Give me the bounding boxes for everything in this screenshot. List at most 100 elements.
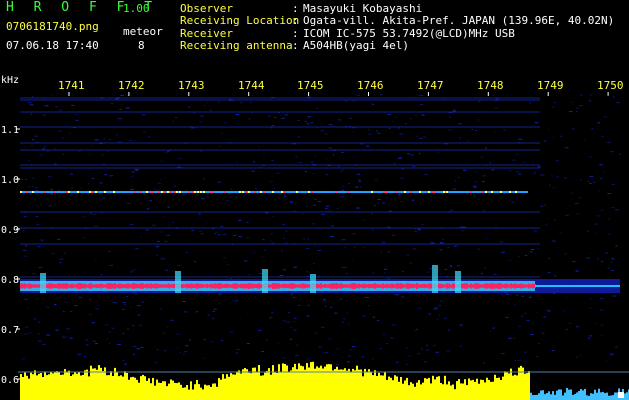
level-bar (362, 376, 364, 400)
carrier-core (406, 283, 408, 289)
carrier-core (116, 284, 118, 288)
noise-dot (599, 164, 603, 166)
signal-speck (104, 191, 106, 193)
noise-dot (195, 311, 199, 313)
level-bar (130, 377, 132, 400)
level-bar (496, 378, 498, 400)
noise-dot (590, 94, 592, 96)
noise-dot (283, 237, 285, 239)
noise-dot (612, 96, 615, 98)
noise-dot (160, 308, 162, 310)
noise-dot (285, 230, 288, 232)
noise-dot (326, 159, 328, 161)
level-bar (578, 391, 580, 400)
noise-dot (337, 165, 341, 167)
noise-dot (289, 201, 294, 203)
carrier-core (50, 283, 52, 289)
level-bar (204, 384, 206, 400)
signal-speck (68, 191, 70, 193)
noise-dot (167, 205, 170, 207)
noise-dot (111, 327, 115, 329)
level-bar (396, 376, 398, 400)
noise-dot (126, 328, 130, 330)
noise-dot (62, 336, 66, 338)
noise-dot (82, 237, 87, 239)
carrier-core (444, 284, 446, 288)
noise-dot (336, 348, 339, 350)
carrier-core (524, 284, 526, 288)
level-bar (264, 372, 266, 400)
carrier-core (388, 284, 390, 288)
signal-speck (197, 191, 199, 193)
noise-dot (501, 251, 505, 253)
noise-dot (196, 363, 198, 365)
noise-dot (604, 142, 607, 143)
noise-dot (446, 350, 450, 352)
noise-dot (293, 329, 297, 331)
level-bar (110, 371, 112, 400)
noise-dot (482, 362, 485, 364)
signal-speck (335, 191, 337, 193)
noise-dot (200, 115, 204, 117)
noise-dot (199, 230, 202, 232)
noise-dot (203, 178, 205, 180)
noise-dot (258, 170, 260, 172)
level-bar (426, 378, 428, 400)
carrier-core (112, 283, 114, 289)
level-bar (468, 378, 470, 400)
plot-background (0, 72, 629, 400)
noise-dot (611, 261, 613, 263)
noise-dot (131, 176, 133, 178)
carrier-core (20, 283, 22, 289)
level-bar (42, 377, 44, 400)
carrier-core (368, 283, 370, 289)
level-bar (544, 394, 546, 400)
level-bar (168, 383, 170, 400)
noise-dot (360, 356, 365, 358)
noise-dot (232, 300, 234, 302)
signal-speck (404, 191, 406, 193)
noise-dot (615, 346, 618, 348)
noise-dot (382, 242, 386, 243)
noise-dot (153, 188, 156, 190)
noise-dot (586, 257, 590, 259)
signal-speck (263, 191, 265, 193)
noise-dot (168, 224, 170, 226)
noise-dot (209, 109, 213, 111)
level-bar (434, 379, 436, 400)
noise-dot (40, 239, 44, 241)
level-bar (616, 392, 618, 400)
noise-dot (537, 166, 541, 168)
carrier-core (272, 283, 274, 289)
carrier-core (170, 284, 172, 288)
carrier-core (386, 283, 388, 289)
noise-dot (69, 337, 73, 339)
noise-dot (352, 100, 355, 102)
noise-dot (91, 145, 94, 147)
level-bar (514, 374, 516, 400)
noise-dot (270, 233, 273, 235)
time-tick-label: 1745 (297, 79, 324, 92)
noise-dot (323, 298, 326, 300)
carrier-core (480, 284, 482, 288)
noise-dot (130, 271, 132, 273)
noise-dot (158, 231, 163, 233)
meteor-echo (175, 271, 181, 293)
noise-dot (126, 296, 129, 297)
noise-dot (371, 103, 375, 105)
noise-dot (191, 127, 194, 129)
noise-dot (579, 179, 582, 181)
noise-dot (492, 327, 495, 329)
noise-dot (589, 183, 593, 184)
noise-dot (508, 170, 512, 172)
level-bar (338, 369, 340, 400)
meteor-label: meteor (123, 25, 163, 38)
noise-dot (530, 249, 535, 250)
level-bar (56, 371, 58, 400)
noise-dot (25, 178, 27, 180)
noise-dot (318, 275, 321, 277)
carrier-core (498, 283, 500, 289)
noise-dot (485, 238, 487, 240)
level-bar (224, 378, 226, 400)
level-bar (96, 369, 98, 400)
